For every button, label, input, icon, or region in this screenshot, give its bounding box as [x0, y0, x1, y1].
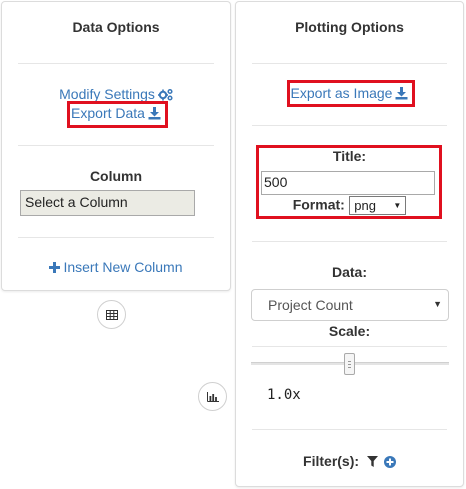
- title-input[interactable]: 500: [261, 171, 435, 195]
- export-image-label: Export as Image: [290, 85, 393, 101]
- gears-icon: [157, 88, 173, 101]
- divider: [18, 63, 214, 64]
- column-label: Column: [89, 168, 143, 184]
- data-select-value: Project Count: [268, 297, 353, 313]
- divider: [252, 429, 447, 430]
- table-view-button[interactable]: [97, 300, 126, 329]
- bar-chart-icon: [206, 391, 219, 402]
- format-row: Format: png ▼: [236, 196, 463, 215]
- data-options-title: Data Options: [72, 19, 160, 35]
- chevron-down-icon: ▼: [433, 299, 442, 309]
- download-icon: [395, 86, 408, 100]
- download-icon: [148, 106, 161, 120]
- plotting-options-title: Plotting Options: [295, 19, 404, 35]
- filters-label: Filter(s):: [303, 453, 360, 469]
- export-data-row: Export Data: [2, 105, 230, 123]
- chart-view-button[interactable]: [198, 382, 227, 411]
- export-data-label: Export Data: [71, 105, 145, 121]
- format-select-value: png: [354, 198, 376, 213]
- insert-column-row: Insert New Column: [2, 259, 230, 278]
- scale-label: Scale:: [328, 323, 371, 339]
- filter-icon[interactable]: [366, 456, 378, 468]
- divider: [18, 237, 214, 238]
- insert-new-column-link[interactable]: Insert New Column: [49, 259, 183, 275]
- modify-settings-label: Modify Settings: [59, 86, 155, 102]
- data-options-panel: Data Options Modify Settings Export Data: [1, 1, 231, 291]
- divider: [18, 145, 214, 146]
- column-select[interactable]: Select a Column: [20, 190, 195, 216]
- divider: [252, 241, 447, 242]
- export-data-link[interactable]: Export Data: [71, 105, 161, 121]
- filters-row: Filter(s):: [236, 453, 463, 471]
- format-select[interactable]: png ▼: [349, 196, 407, 215]
- scale-value: 1.0x: [267, 387, 301, 403]
- plus-icon: [49, 261, 61, 273]
- divider: [252, 63, 447, 64]
- export-image-row: Export as Image: [236, 85, 463, 103]
- title-label: Title:: [332, 148, 367, 164]
- export-image-link[interactable]: Export as Image: [291, 85, 409, 101]
- divider: [252, 125, 447, 126]
- table-icon: [105, 309, 118, 320]
- modify-settings-link[interactable]: Modify Settings: [59, 86, 173, 102]
- format-label: Format:: [292, 196, 345, 213]
- data-select[interactable]: Project Count ▼: [251, 289, 449, 321]
- chevron-down-icon: ▼: [393, 201, 402, 210]
- plus-circle-icon[interactable]: [383, 455, 396, 468]
- divider: [252, 346, 447, 347]
- data-label: Data:: [331, 264, 367, 280]
- plotting-options-panel: Plotting Options Export as Image Title: …: [235, 1, 464, 487]
- insert-new-column-label: Insert New Column: [63, 259, 183, 275]
- scale-slider-handle[interactable]: [344, 353, 355, 375]
